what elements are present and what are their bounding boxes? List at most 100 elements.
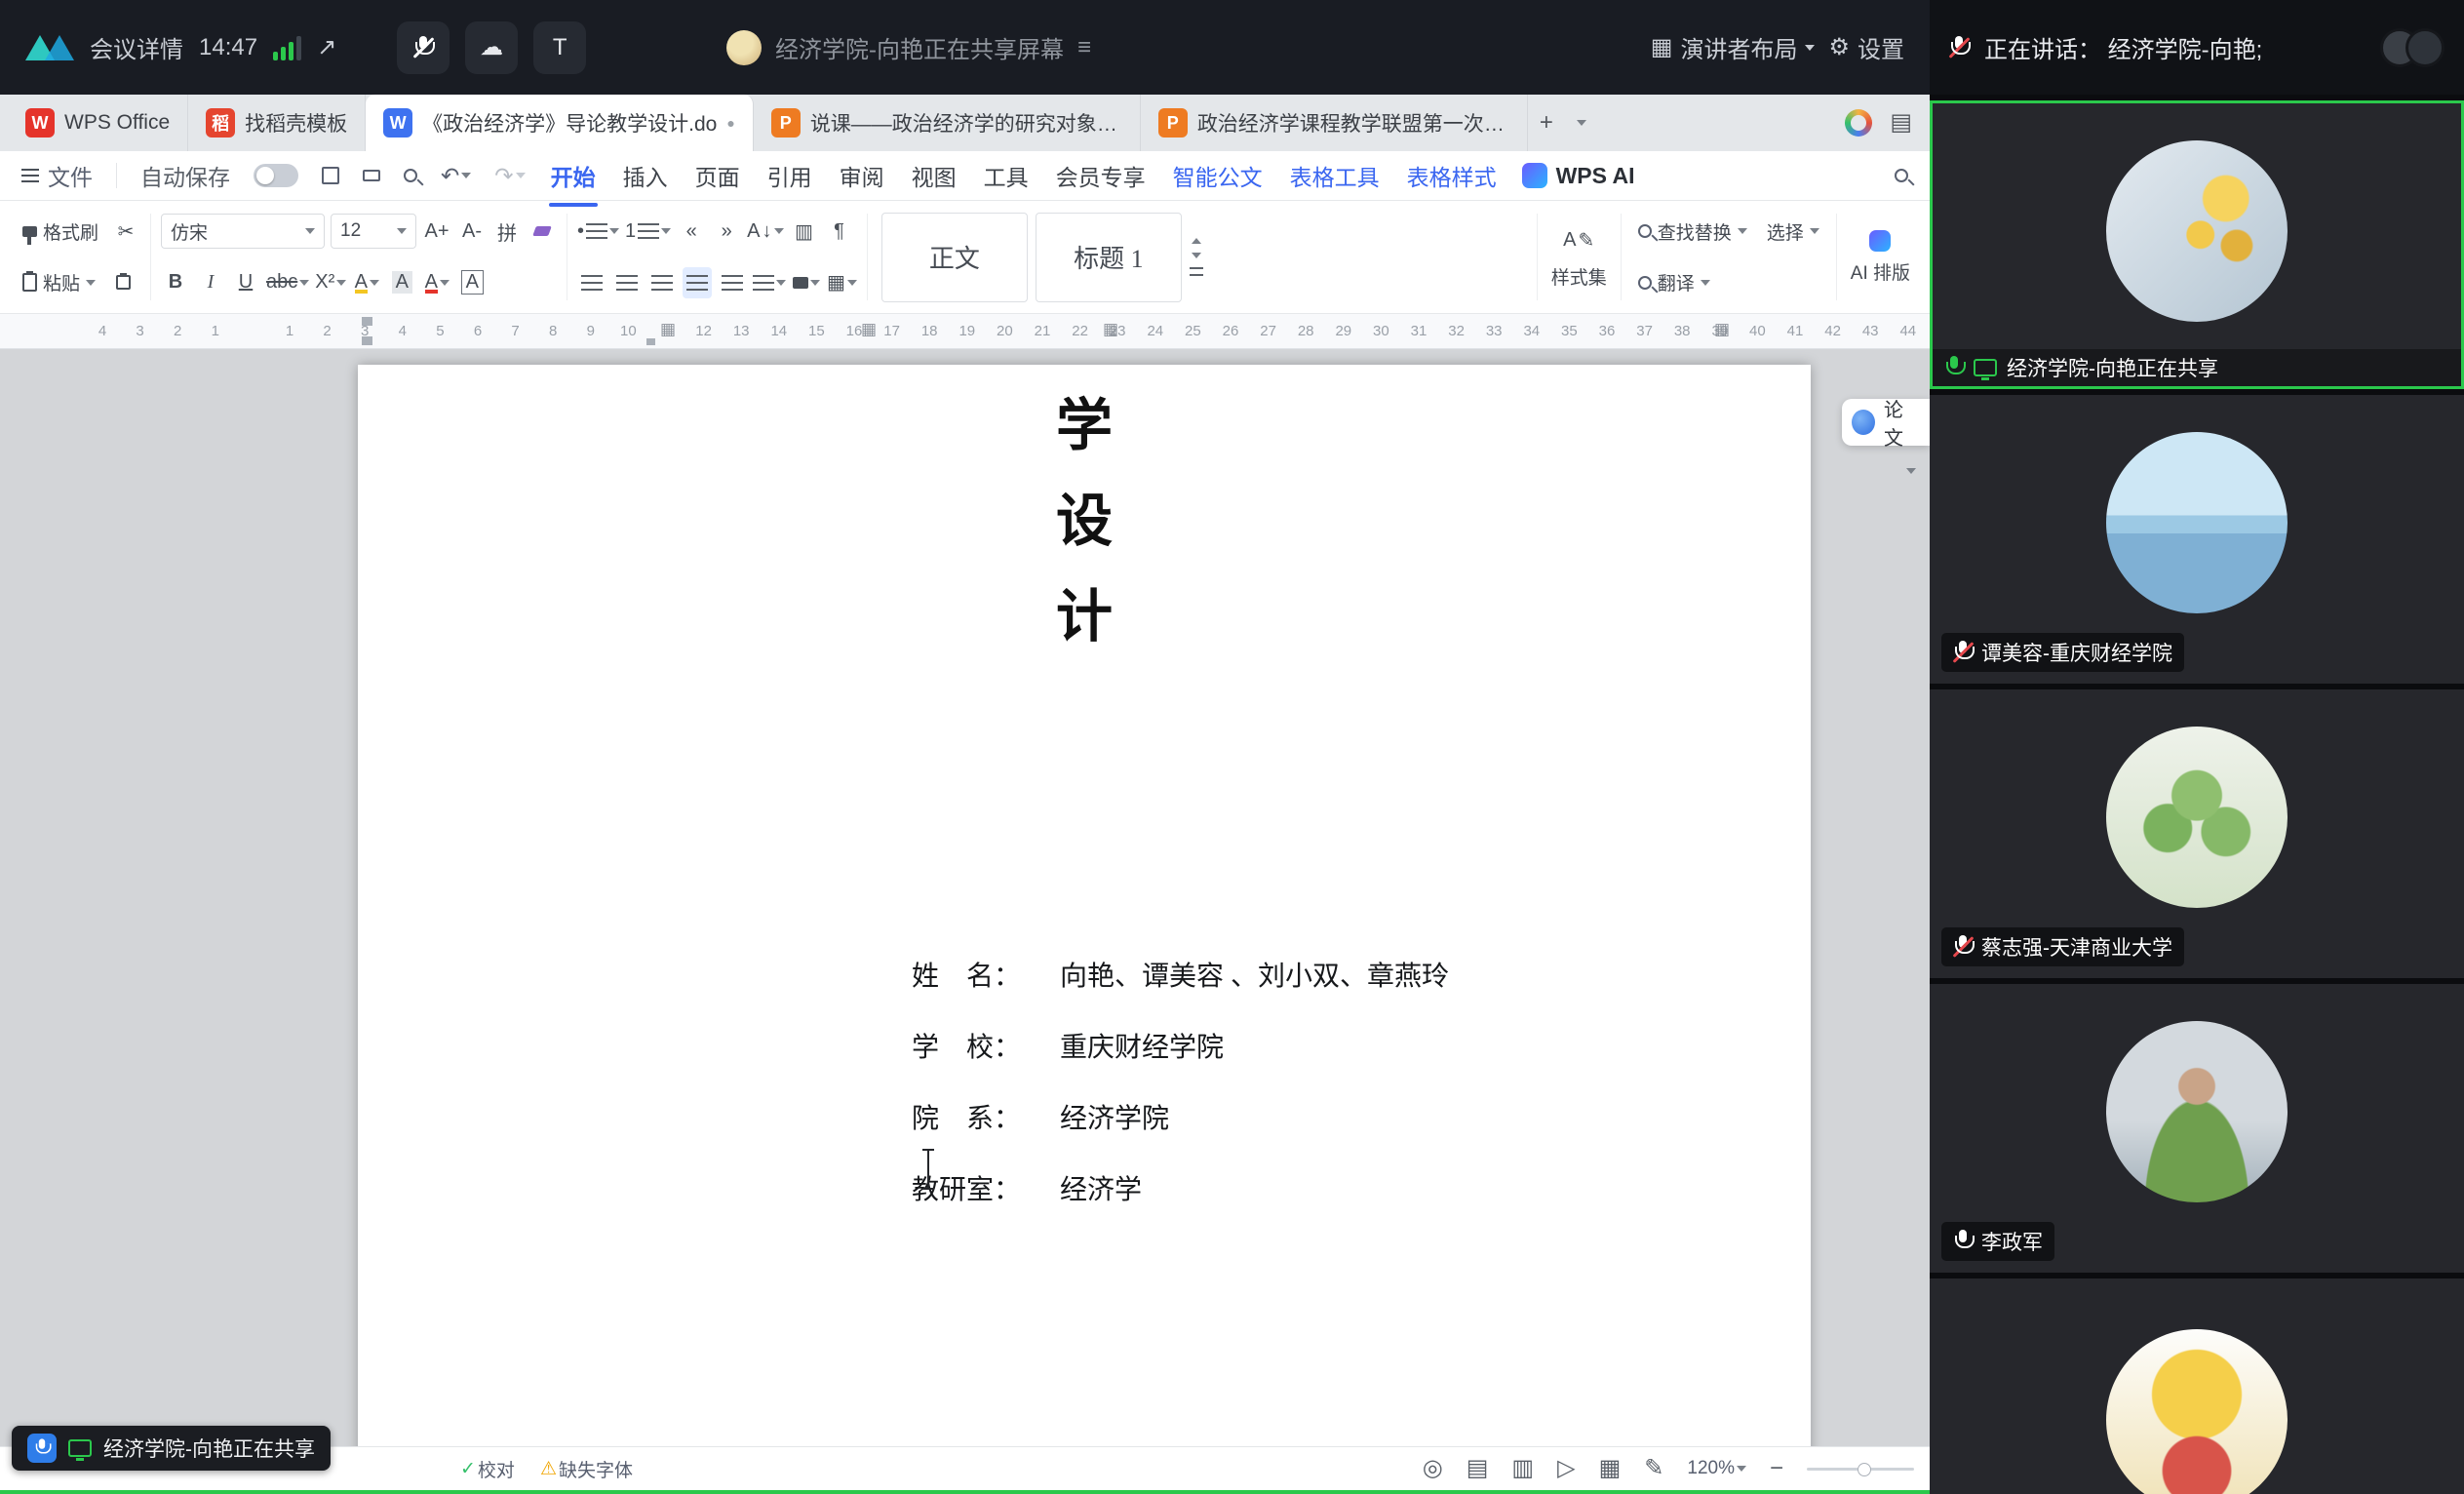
first-line-indent-marker[interactable] <box>362 317 372 326</box>
menu-item[interactable]: 引用 <box>765 155 814 196</box>
search-button[interactable] <box>1895 169 1908 182</box>
layout-button[interactable]: ▦ 演讲者布局 <box>1651 30 1816 64</box>
tab-docer-templates[interactable]: 稻 找稻壳模板 <box>188 95 366 151</box>
menu-item[interactable]: 表格样式 <box>1405 155 1499 196</box>
hanging-indent-marker[interactable] <box>362 336 372 345</box>
style-heading1[interactable]: 标题 1 <box>1036 213 1182 302</box>
text-direction-button[interactable]: A↓ <box>747 216 783 247</box>
missing-font-button[interactable]: ⚠缺失字体 <box>540 1456 633 1482</box>
indent-marker[interactable] <box>646 338 655 345</box>
menu-item[interactable]: 表格工具 <box>1288 155 1382 196</box>
char-shading-button[interactable]: A <box>387 267 416 298</box>
undo-button[interactable]: ↶ <box>441 163 471 189</box>
fullscreen-icon[interactable]: ▦ <box>1599 1457 1622 1480</box>
bold-button[interactable]: B <box>161 267 190 298</box>
style-set-button[interactable]: A✎ 样式集 <box>1540 206 1619 308</box>
open-external-icon[interactable]: ↗ <box>317 36 336 59</box>
translate-button[interactable]: 翻译 <box>1631 266 1717 298</box>
select-button[interactable]: 选择 <box>1760 216 1826 248</box>
network-status-icon[interactable]: T <box>533 21 586 74</box>
ai-layout-button[interactable]: AI 排版 <box>1839 206 1922 308</box>
file-menu-button[interactable]: 文件 <box>21 159 93 192</box>
columns-button[interactable]: ▥ <box>790 216 819 247</box>
horizontal-ruler[interactable]: 4321123456789101213141516171819202122232… <box>0 314 1930 349</box>
decrease-indent-button[interactable]: « <box>677 216 706 247</box>
bullet-list-button[interactable]: • <box>577 216 619 247</box>
font-name-select[interactable]: 仿宋 <box>161 214 325 249</box>
menu-item[interactable]: 审阅 <box>838 155 886 196</box>
shading-button[interactable] <box>792 267 821 298</box>
pinyin-guide-button[interactable]: 拼 <box>492 216 522 247</box>
menu-item[interactable]: 智能公文 <box>1171 155 1265 196</box>
align-left-button[interactable] <box>577 267 606 298</box>
numbered-list-button[interactable]: 1 <box>625 216 671 247</box>
strikethrough-button[interactable]: abc <box>266 267 309 298</box>
ruler-table-marker[interactable]: ▦ <box>1714 320 1730 339</box>
ruler-table-marker[interactable]: ▦ <box>660 320 676 339</box>
menu-item[interactable]: 页面 <box>693 155 742 196</box>
queue-icon[interactable]: ≡ <box>1077 36 1091 59</box>
align-center-button[interactable] <box>612 267 642 298</box>
tab-doc-active[interactable]: W 《政治经济学》导论教学设计.do ● <box>366 95 754 151</box>
read-mode-icon[interactable]: ▥ <box>1511 1457 1534 1480</box>
wps-ai-button[interactable]: WPS AI <box>1522 163 1635 189</box>
ruler-table-marker[interactable]: ▦ <box>1103 320 1118 339</box>
find-replace-button[interactable]: 查找替换 <box>1631 216 1754 248</box>
save-button[interactable] <box>322 167 339 184</box>
play-icon[interactable]: ▷ <box>1557 1457 1575 1480</box>
style-normal[interactable]: 正文 <box>881 213 1028 302</box>
borders-button[interactable]: ▦ <box>827 267 857 298</box>
cloud-storage-icon[interactable]: ☁ <box>465 21 518 74</box>
page-view-icon[interactable]: ▤ <box>1467 1457 1489 1480</box>
line-spacing-button[interactable] <box>753 267 786 298</box>
increase-indent-button[interactable]: » <box>712 216 741 247</box>
participant-tile[interactable]: 李政军 <box>1930 984 2464 1273</box>
print-preview-button[interactable] <box>404 169 417 182</box>
format-painter-button[interactable]: 格式刷 <box>16 216 105 248</box>
split-view-icon[interactable]: ▤ <box>1890 111 1912 135</box>
participant-tile[interactable] <box>1930 1278 2464 1494</box>
redo-button[interactable]: ↷ <box>494 163 525 189</box>
tab-ppt-2[interactable]: P 政治经济学课程教学联盟第一次集体 <box>1141 95 1528 151</box>
print-button[interactable] <box>363 170 380 181</box>
distribute-button[interactable] <box>718 267 747 298</box>
menu-item[interactable]: 开始 <box>549 155 598 196</box>
show-marks-button[interactable]: ¶ <box>825 216 854 247</box>
underline-button[interactable]: U <box>231 267 260 298</box>
decrease-font-button[interactable]: A- <box>457 216 487 247</box>
panel-header-avatars[interactable] <box>2380 28 2444 67</box>
participant-tile-active[interactable]: 经济学院-向艳正在共享 <box>1930 100 2464 389</box>
meeting-details-button[interactable]: 会议详情 <box>90 30 183 64</box>
settings-button[interactable]: ⚙ 设置 <box>1828 30 1904 64</box>
copy-button[interactable] <box>108 267 137 298</box>
tab-wps-home[interactable]: W WPS Office <box>8 95 188 151</box>
font-color-button[interactable]: A <box>422 267 451 298</box>
justify-button[interactable] <box>683 267 712 298</box>
menu-item[interactable]: 插入 <box>621 155 670 196</box>
highlight-color-button[interactable]: A <box>352 267 381 298</box>
align-right-button[interactable] <box>647 267 677 298</box>
paste-button[interactable]: 粘贴 <box>16 266 102 298</box>
new-tab-button[interactable]: + <box>1528 109 1565 137</box>
share-indicator-pill[interactable]: 经济学院-向艳正在共享 <box>12 1426 331 1471</box>
zoom-slider[interactable] <box>1807 1468 1914 1471</box>
increase-font-button[interactable]: A+ <box>422 216 451 247</box>
char-border-button[interactable]: A <box>457 267 487 298</box>
zoom-out-button[interactable]: − <box>1770 1457 1783 1480</box>
document-page[interactable]: 学 设 计 姓 名：向艳、谭美容 、刘小双、章燕玲 学 校：重庆财经学院 院 系… <box>358 365 1811 1446</box>
ruler-table-marker[interactable]: ▦ <box>861 320 877 339</box>
proofing-button[interactable]: ✓校对 <box>460 1456 515 1482</box>
sync-status-icon[interactable] <box>1845 109 1872 137</box>
gallery-scroll[interactable] <box>1190 238 1203 277</box>
autosave-toggle[interactable] <box>254 164 298 187</box>
menu-item[interactable]: 会员专享 <box>1054 155 1148 196</box>
mic-device-icon[interactable] <box>397 21 450 74</box>
tab-ppt-1[interactable]: P 说课——政治经济学的研究对象.ppt <box>754 95 1141 151</box>
cut-button[interactable]: ✂ <box>111 216 140 247</box>
menu-item[interactable]: 视图 <box>910 155 958 196</box>
tab-list-button[interactable] <box>1565 120 1598 126</box>
clear-format-button[interactable] <box>528 216 557 247</box>
eye-protect-icon[interactable]: ◎ <box>1423 1457 1443 1480</box>
paper-assistant-button[interactable]: 论文 <box>1842 399 1930 446</box>
collapse-chevron-icon[interactable] <box>1906 468 1916 474</box>
